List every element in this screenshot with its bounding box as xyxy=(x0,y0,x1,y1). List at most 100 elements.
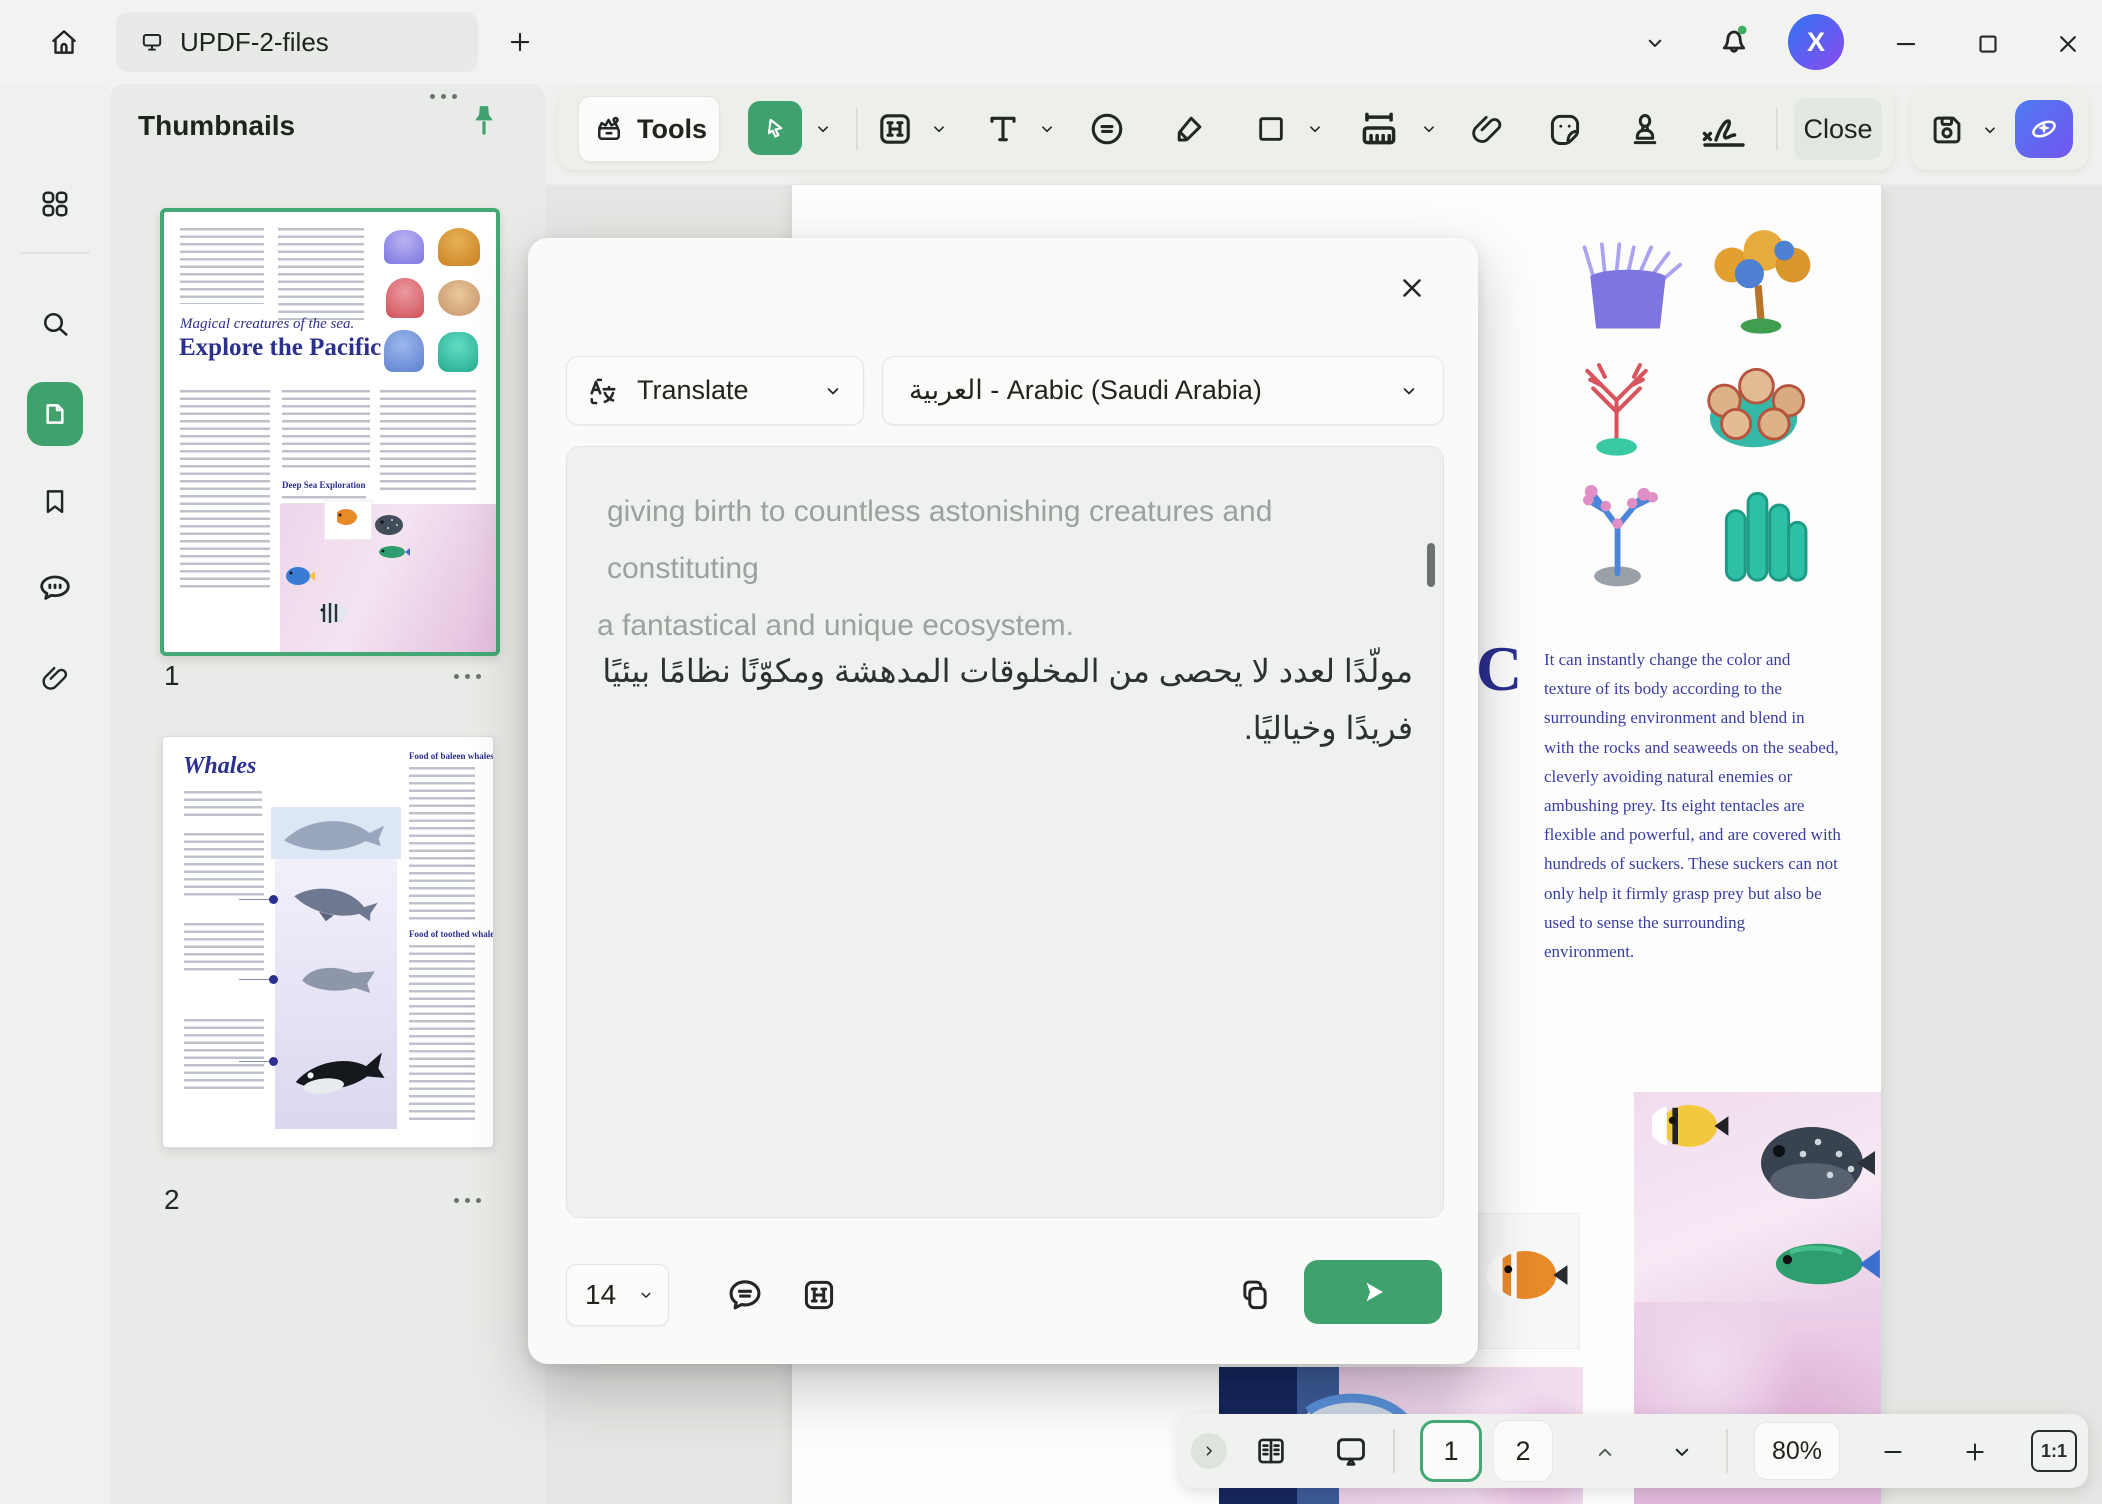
ai-sparkle-icon xyxy=(2024,109,2064,149)
actual-size-button[interactable]: 1:1 xyxy=(2031,1430,2077,1472)
mode-select[interactable]: Translate xyxy=(566,356,864,425)
text-lines-placeholder xyxy=(409,945,475,1125)
titlebar-chevron-button[interactable] xyxy=(1634,22,1676,64)
presentation-button[interactable] xyxy=(1329,1430,1373,1472)
save-chevron[interactable] xyxy=(1975,115,2005,145)
avatar[interactable]: X xyxy=(1788,14,1844,70)
highlighter-tool-button[interactable] xyxy=(1164,104,1214,154)
close-mode-button[interactable]: Close xyxy=(1794,98,1882,160)
text-tool-button[interactable] xyxy=(978,104,1028,154)
font-size-select[interactable]: 14 xyxy=(566,1264,669,1326)
chevron-down-icon xyxy=(1036,118,1058,140)
zoom-level-box[interactable]: 80% xyxy=(1754,1422,1840,1480)
rail-search-button[interactable] xyxy=(33,302,77,346)
zoom-level-label: 80% xyxy=(1772,1437,1822,1466)
rail-comments-button[interactable] xyxy=(33,566,77,610)
stamp-button[interactable] xyxy=(1620,104,1670,154)
speech-bubble-icon xyxy=(723,1273,767,1317)
drag-handle-dots-icon xyxy=(427,86,460,104)
stamp-icon xyxy=(1624,108,1666,150)
text-lines-placeholder xyxy=(180,390,270,588)
rail-divider xyxy=(20,252,90,254)
panel-scrollbar-thumb[interactable] xyxy=(1427,543,1435,587)
signature-button[interactable] xyxy=(1692,104,1756,154)
send-arrow-icon xyxy=(1356,1275,1390,1309)
left-rail xyxy=(0,84,110,1504)
attach-file-button[interactable] xyxy=(1462,104,1512,154)
document-tab[interactable]: UPDF-2-files xyxy=(116,12,478,72)
dialog-close-button[interactable] xyxy=(1390,266,1434,310)
thumb2-heading1: Food of baleen whales xyxy=(409,751,494,761)
mode-select-label: Translate xyxy=(637,375,749,406)
thumb1-fish-photo xyxy=(280,504,496,652)
text-tool-chevron[interactable] xyxy=(1032,114,1062,144)
rail-grid-button[interactable] xyxy=(33,182,77,226)
select-tool-button-active[interactable] xyxy=(748,101,802,155)
edit-text-chevron[interactable] xyxy=(924,114,954,144)
tools-button[interactable]: Tools xyxy=(578,96,720,162)
comment-output-button[interactable] xyxy=(720,1270,770,1320)
rail-attachments-button[interactable] xyxy=(33,656,77,700)
coral-disc-tan xyxy=(1695,360,1815,456)
edit-text-tool-button[interactable] xyxy=(870,104,920,154)
chevron-down-icon xyxy=(1418,118,1440,140)
sticker-button[interactable] xyxy=(1540,104,1590,154)
text-lines-placeholder xyxy=(409,767,475,921)
maximize-button[interactable] xyxy=(1966,22,2010,66)
statusbar-divider xyxy=(1726,1429,1728,1473)
shape-tool-chevron[interactable] xyxy=(1300,114,1330,144)
page-2-button[interactable]: 2 xyxy=(1493,1420,1553,1482)
coral-tube-teal xyxy=(1714,476,1814,586)
notifications-button[interactable] xyxy=(1708,16,1760,68)
chevron-down-icon xyxy=(1668,1438,1696,1466)
thumbnail-page-1[interactable]: Magical creatures of the sea. Explore th… xyxy=(160,208,500,656)
ai-assistant-button[interactable] xyxy=(2015,100,2073,158)
shape-tool-button[interactable] xyxy=(1246,104,1296,154)
home-button[interactable] xyxy=(36,14,92,70)
comment-bubble-icon xyxy=(35,568,75,608)
copy-button[interactable] xyxy=(1230,1270,1280,1320)
language-select[interactable]: العربية - Arabic (Saudi Arabia) xyxy=(882,356,1444,425)
page-layout-button[interactable] xyxy=(1249,1430,1293,1472)
comment-circle-icon xyxy=(1085,107,1129,151)
close-mode-label: Close xyxy=(1803,114,1872,145)
collapse-bar-button[interactable] xyxy=(1191,1433,1227,1469)
pin-button[interactable] xyxy=(460,98,508,150)
rail-bookmarks-button[interactable] xyxy=(33,480,77,524)
close-icon xyxy=(1397,273,1427,303)
page-1-button[interactable]: 1 xyxy=(1420,1420,1482,1482)
save-button[interactable] xyxy=(1923,106,1971,154)
close-window-button[interactable] xyxy=(2046,22,2090,66)
zoom-in-button[interactable] xyxy=(1957,1434,1993,1470)
chevron-right-icon xyxy=(1199,1441,1219,1461)
rail-thumbnails-button-active[interactable] xyxy=(27,382,83,446)
edit-text-icon xyxy=(798,1274,840,1316)
statusbar-divider xyxy=(1393,1429,1395,1473)
titlebar: UPDF-2-files X xyxy=(0,0,2102,84)
chevron-down-icon xyxy=(1979,119,2001,141)
comment-tool-button[interactable] xyxy=(1082,104,1132,154)
thumbnail-page-2[interactable]: Whales Food of baleen whales Food of to xyxy=(162,736,494,1148)
thumb2-more-button[interactable] xyxy=(440,1184,494,1214)
previous-page-button[interactable] xyxy=(1587,1434,1623,1470)
chevron-up-icon xyxy=(1591,1438,1619,1466)
chevron-down-icon xyxy=(636,1285,656,1305)
translate-send-button[interactable] xyxy=(1304,1260,1442,1324)
select-tool-chevron[interactable] xyxy=(808,114,838,144)
drop-cap: C xyxy=(1476,637,1522,701)
measure-tool-chevron[interactable] xyxy=(1414,114,1444,144)
replace-text-button[interactable] xyxy=(794,1270,844,1320)
small-fish-photo xyxy=(1478,1213,1580,1349)
zoom-out-button[interactable] xyxy=(1875,1434,1911,1470)
chevron-down-icon xyxy=(821,379,845,403)
next-page-button[interactable] xyxy=(1664,1434,1700,1470)
measure-tool-button[interactable] xyxy=(1350,102,1408,156)
chevron-down-icon xyxy=(812,118,834,140)
chevron-down-icon xyxy=(1397,379,1421,403)
translation-text-panel[interactable]: giving birth to countless astonishing cr… xyxy=(566,446,1444,1218)
new-tab-button[interactable] xyxy=(498,20,542,64)
main-toolbar: Tools Close xyxy=(558,88,1895,170)
thumb1-more-button[interactable] xyxy=(440,660,494,690)
sticker-icon xyxy=(1544,108,1586,150)
minimize-button[interactable] xyxy=(1884,22,1928,66)
